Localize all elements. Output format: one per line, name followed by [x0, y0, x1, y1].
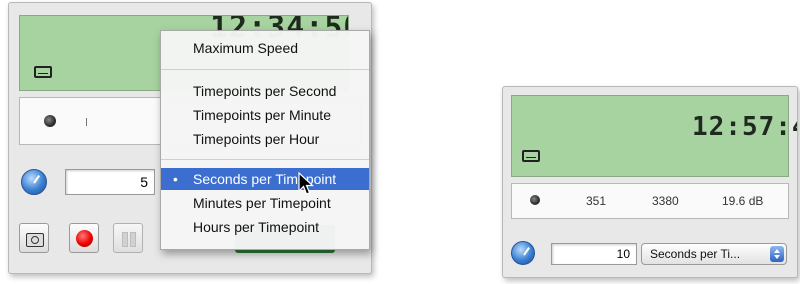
- rate-value-field[interactable]: 5: [65, 169, 155, 195]
- menu-item-minutes-per-timepoint[interactable]: Minutes per Timepoint: [161, 192, 369, 214]
- rate-unit-select-value: Seconds per Ti...: [650, 247, 741, 261]
- camera-icon: [26, 233, 44, 247]
- level-tick: [86, 118, 87, 126]
- clock-readout: 12:57:45: [692, 112, 797, 142]
- level-led-icon: [530, 195, 540, 205]
- speed-dial-icon[interactable]: [511, 241, 535, 265]
- menu-separator: [161, 159, 369, 160]
- drive-icon: [34, 66, 52, 78]
- rate-value-field[interactable]: 10: [551, 243, 637, 265]
- chevron-updown-icon: [770, 246, 784, 262]
- menu-item-timepoints-per-hour[interactable]: Timepoints per Hour: [161, 128, 369, 150]
- pause-icon: [122, 232, 128, 247]
- menu-item-maximum-speed[interactable]: Maximum Speed: [161, 37, 369, 59]
- pause-icon-bar: [130, 232, 136, 247]
- drive-icon: [522, 150, 540, 162]
- stats-box: 351 3380 19.6 dB: [511, 183, 789, 219]
- menu-item-timepoints-per-minute[interactable]: Timepoints per Minute: [161, 104, 369, 126]
- rate-unit-select[interactable]: Seconds per Ti...: [641, 243, 787, 265]
- recorder-window-right: 12:57:45 351 3380 19.6 dB 10 Seconds per…: [502, 86, 798, 278]
- selected-bullet: •: [173, 171, 178, 187]
- menu-item-hours-per-timepoint[interactable]: Hours per Timepoint: [161, 216, 369, 238]
- level-led-icon: [44, 115, 56, 127]
- stat-count-b: 3380: [652, 194, 679, 208]
- pause-button[interactable]: [113, 223, 143, 253]
- menu-item-timepoints-per-second[interactable]: Timepoints per Second: [161, 80, 369, 102]
- stat-level-db: 19.6 dB: [722, 194, 764, 208]
- rate-unit-menu: Maximum Speed Timepoints per Second Time…: [160, 30, 370, 250]
- speed-dial-icon[interactable]: [21, 169, 47, 195]
- menu-item-seconds-per-timepoint[interactable]: • Seconds per Timepoint: [161, 168, 369, 190]
- mouse-pointer-icon: [298, 172, 315, 195]
- record-button[interactable]: [69, 223, 99, 253]
- snapshot-button[interactable]: [19, 223, 49, 253]
- stat-count-a: 351: [586, 194, 607, 208]
- record-icon: [76, 230, 93, 247]
- menu-separator: [161, 69, 369, 70]
- lcd-display: 12:57:45: [511, 95, 797, 177]
